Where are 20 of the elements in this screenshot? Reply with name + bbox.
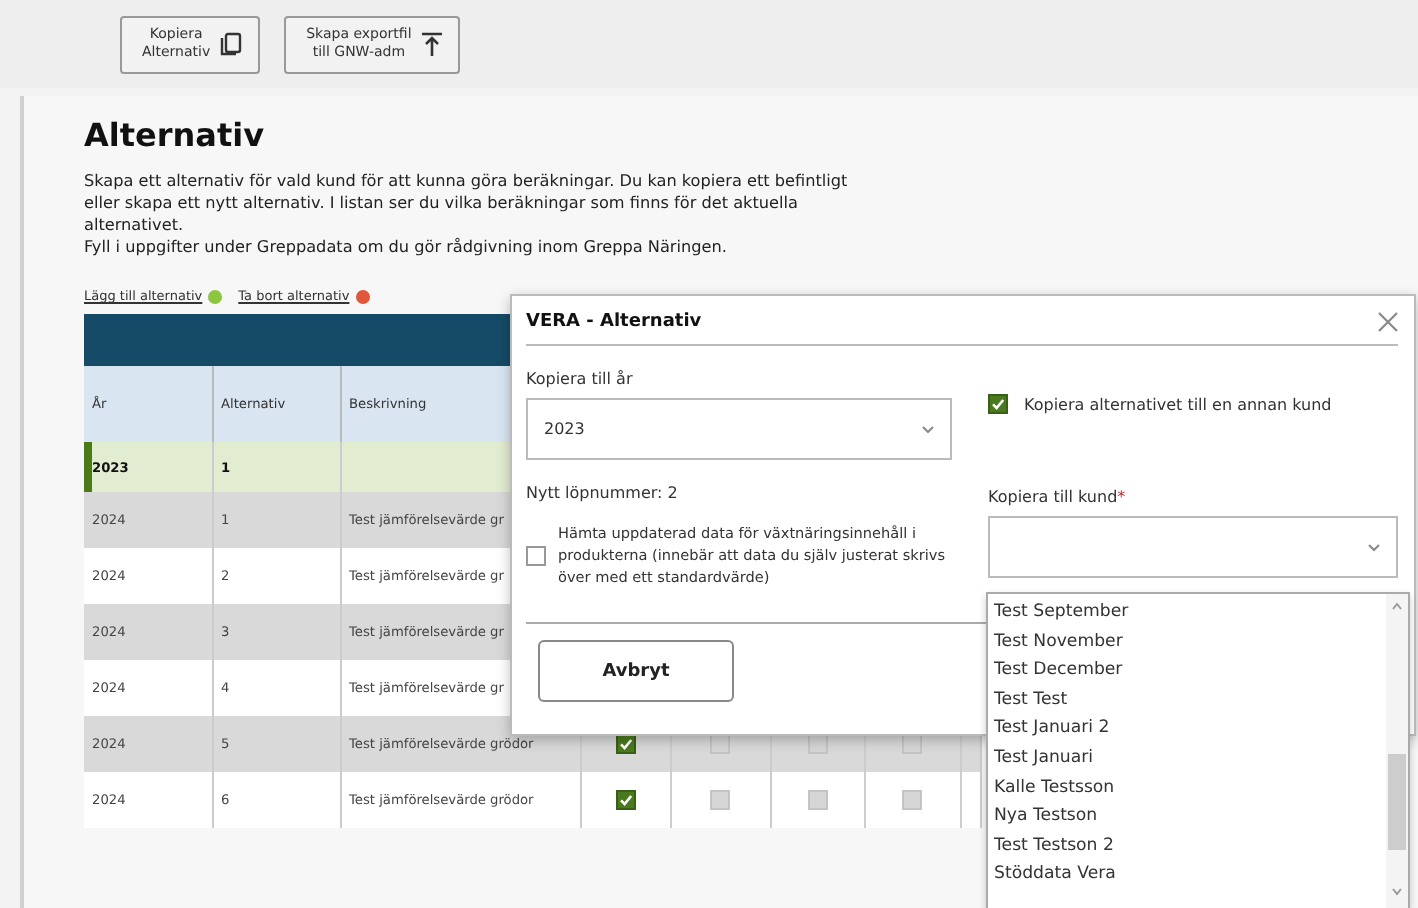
customer-option[interactable]: Test Januari 2 xyxy=(994,714,1386,744)
number-value: 2 xyxy=(667,484,678,502)
checkbox-label: Kopiera alternativet till en annan kund xyxy=(1024,395,1332,413)
page-title: Alternativ xyxy=(84,116,267,154)
customer-option[interactable]: Stöddata Vera xyxy=(994,860,1386,890)
year-select[interactable]: 2023 xyxy=(526,398,952,460)
field-label: Kopiera till kund xyxy=(988,488,1118,506)
customer-option[interactable]: Test Testson 2 xyxy=(994,831,1386,861)
required-mark: * xyxy=(1117,488,1126,506)
customer-option[interactable]: Test December xyxy=(994,656,1386,686)
customer-option[interactable]: Test November xyxy=(994,627,1386,657)
customer-option[interactable]: Test September xyxy=(994,598,1386,628)
dialog-title: VERA - Alternativ xyxy=(526,312,702,332)
description-text: Fyll i uppgifter under Greppadata om du gör rådgivning inom Greppa Näringen. xyxy=(84,236,729,258)
cancel-button[interactable]: Avbryt xyxy=(538,640,734,702)
customer-option[interactable]: Nya Testson xyxy=(994,802,1386,832)
customer-option[interactable]: Test Test xyxy=(994,685,1386,715)
customer-option[interactable]: Kalle Testsson xyxy=(994,773,1386,803)
customer-option[interactable]: Test Januari xyxy=(994,743,1386,774)
description-text: Skapa ett alternativ för vald kund för att kunna göra beräkningar. Du kan kopiera ett befintligt eller skapa ett nytt alternativ. I listan ser du vilka beräkningar som finns för det aktuella alternativet. xyxy=(84,170,850,236)
